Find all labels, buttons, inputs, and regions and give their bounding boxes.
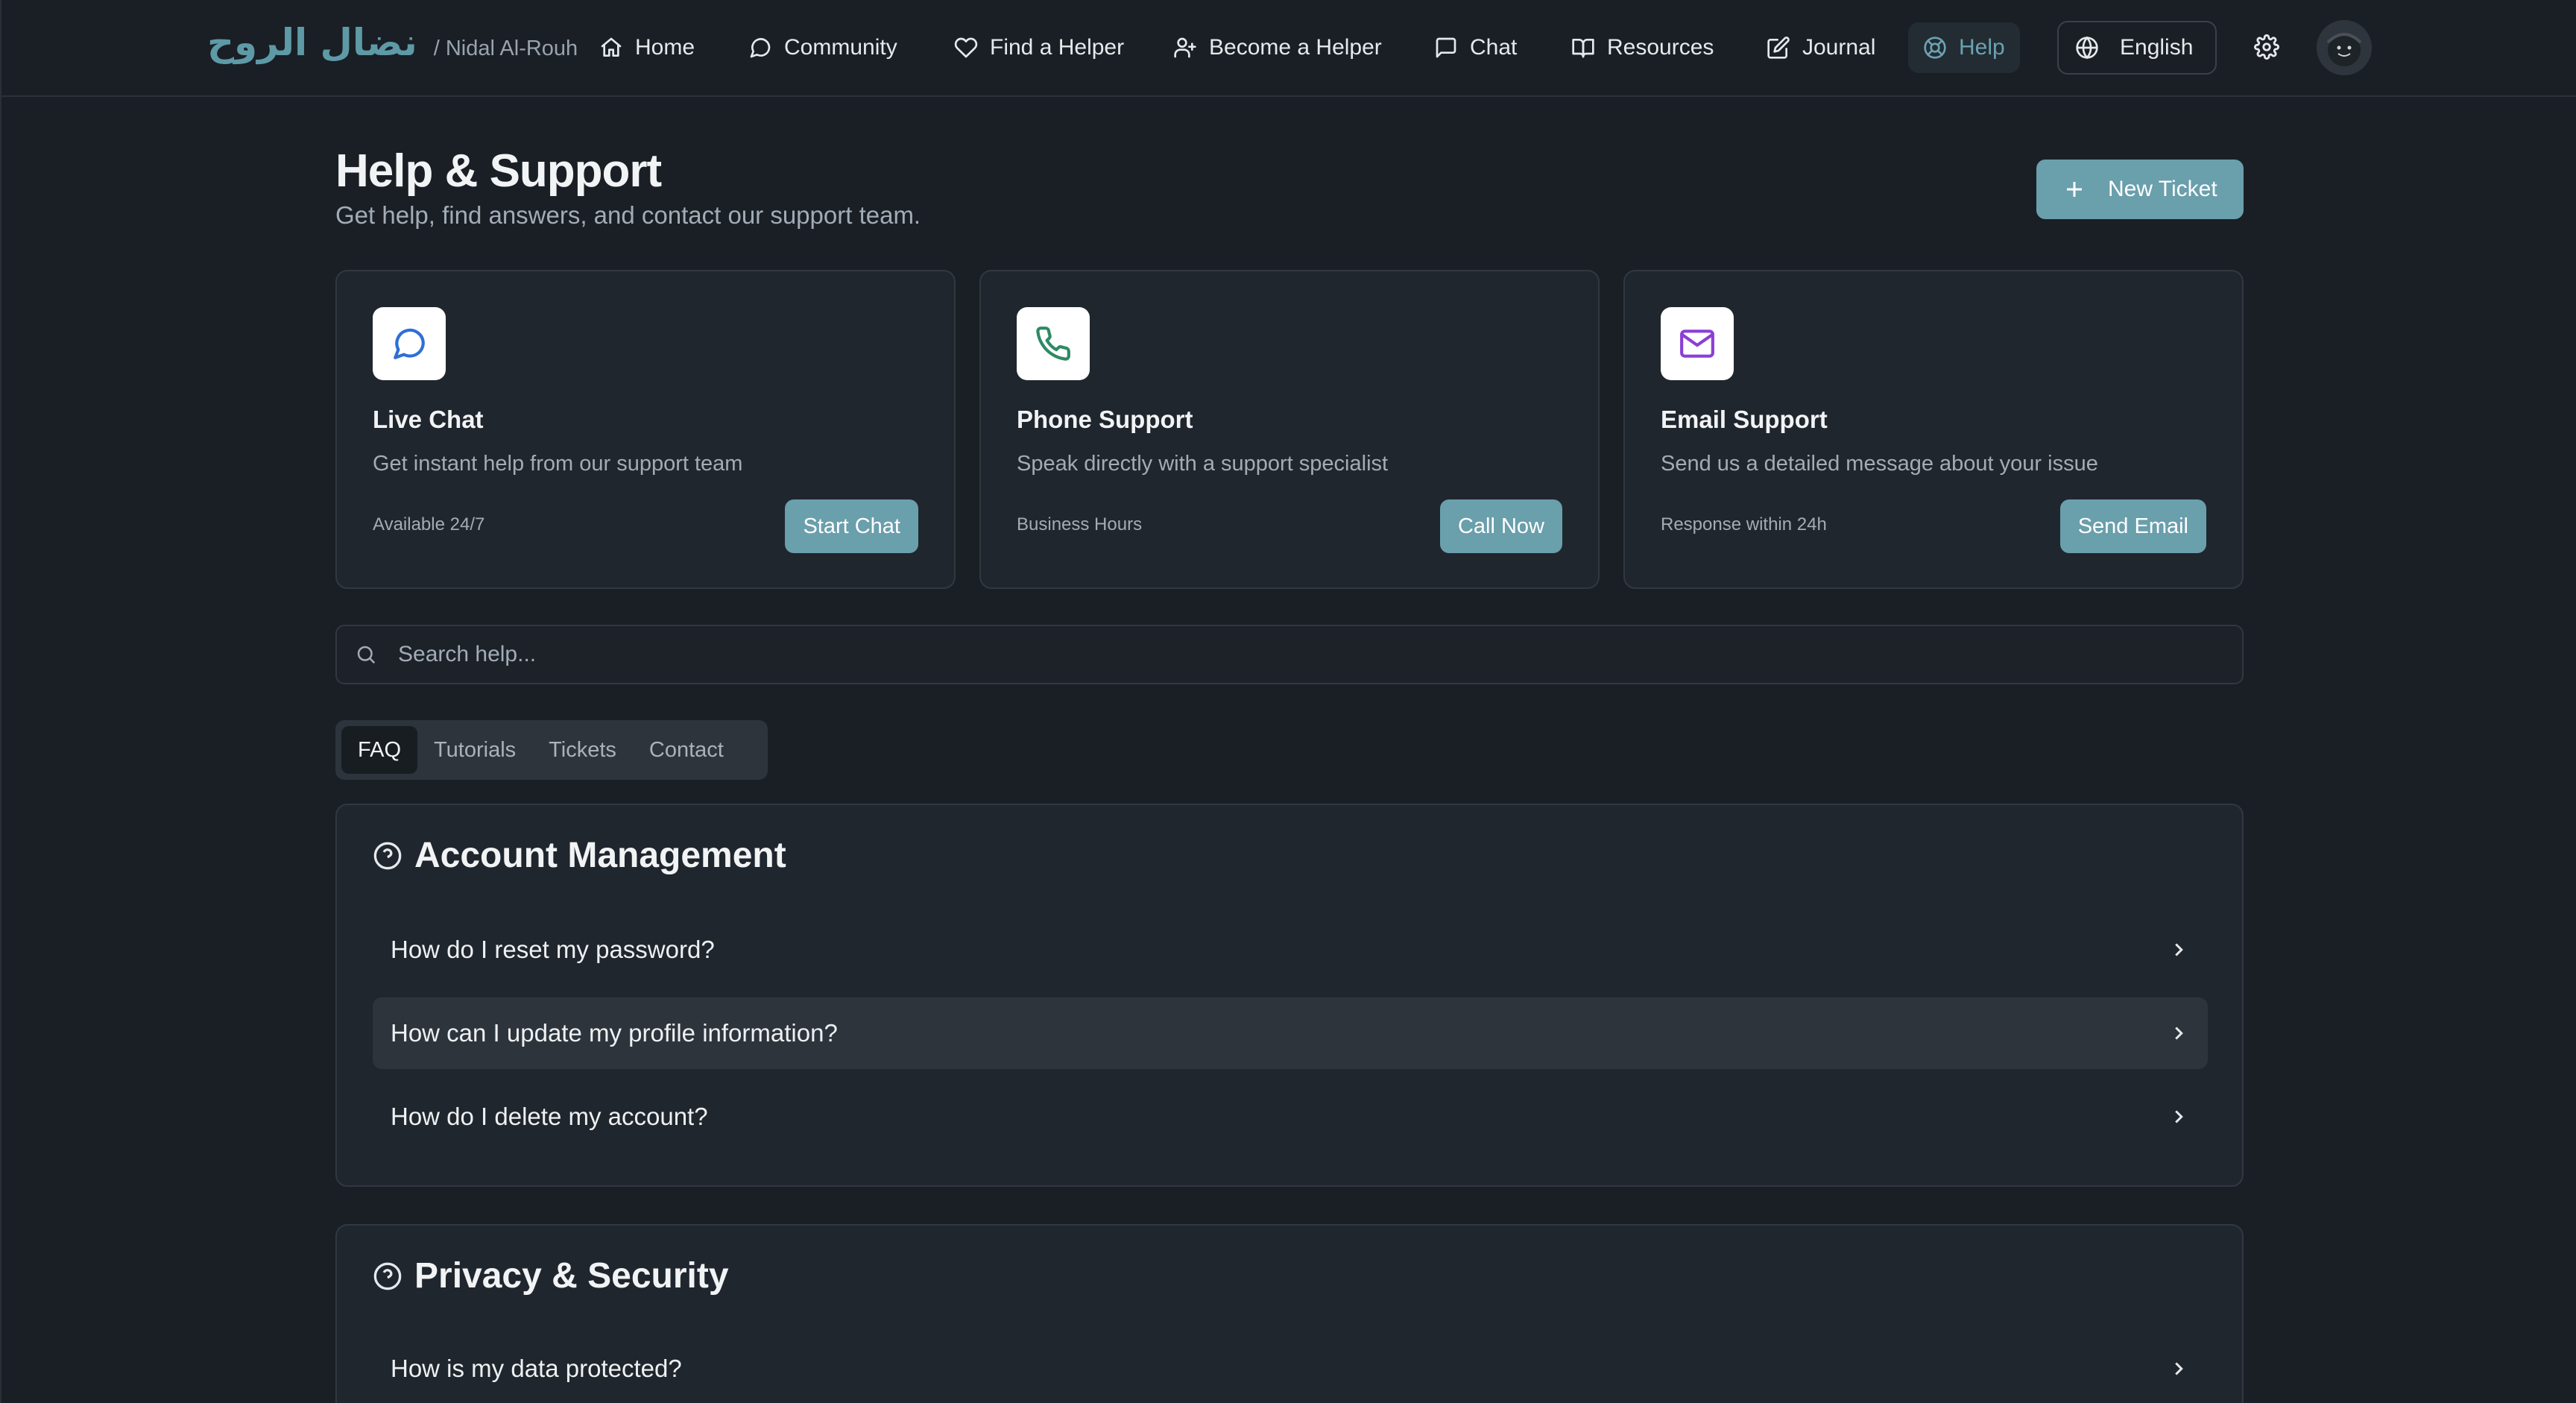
new-ticket-button[interactable]: New Ticket <box>2036 160 2244 219</box>
help-circle-icon <box>373 842 402 869</box>
nav-chat[interactable]: Chat <box>1419 22 1532 73</box>
faq-question[interactable]: How do I reset my password? <box>373 914 2208 986</box>
page-title: Help & Support <box>335 145 662 197</box>
faq-question-text: How can I update my profile information? <box>391 1019 838 1047</box>
home-icon <box>601 37 622 57</box>
message-square-icon <box>1436 37 1456 58</box>
faq-question-text: How is my data protected? <box>391 1355 682 1382</box>
help-page: نضال الروح / Nidal Al-Rouh Home Communit… <box>0 0 2576 1403</box>
phone-support-icon-box <box>1017 307 1090 380</box>
message-circle-icon <box>750 38 771 58</box>
phone-icon <box>1036 327 1070 361</box>
faq-question[interactable]: How do I delete my account? <box>373 1081 2208 1153</box>
card-title: Live Chat <box>373 406 484 433</box>
tab-faq[interactable]: FAQ <box>341 726 418 774</box>
user-plus-icon <box>1174 37 1196 58</box>
search-icon <box>357 646 376 664</box>
language-selector[interactable]: English <box>2057 21 2217 75</box>
nav-resources[interactable]: Resources <box>1556 22 1729 73</box>
nav-journal-label: Journal <box>1802 35 1876 60</box>
pen-square-icon <box>1767 37 1790 59</box>
nav-community[interactable]: Community <box>733 22 912 73</box>
tab-tutorials[interactable]: Tutorials <box>417 726 532 774</box>
live-chat-card: Live Chat Get instant help from our supp… <box>335 270 956 589</box>
chevron-right-icon <box>2168 1022 2190 1044</box>
card-availability: Available 24/7 <box>373 514 485 535</box>
plus-icon <box>2067 182 2082 197</box>
mail-icon <box>1680 330 1714 358</box>
phone-support-card: Phone Support Speak directly with a supp… <box>979 270 1600 589</box>
faq-section-account: Account Management How do I reset my pas… <box>335 804 2244 1187</box>
tab-tickets[interactable]: Tickets <box>532 726 633 774</box>
nav-home-label: Home <box>635 35 695 60</box>
email-support-icon-box <box>1661 307 1734 380</box>
faq-question-text: How do I delete my account? <box>391 1103 708 1130</box>
avatar-face-icon <box>2317 20 2372 75</box>
nav-journal[interactable]: Journal <box>1752 22 1890 73</box>
brand-arabic-name: نضال الروح <box>207 21 417 64</box>
chevron-right-icon <box>2168 939 2190 961</box>
chevron-right-icon <box>2168 1106 2190 1128</box>
top-navigation-bar: نضال الروح / Nidal Al-Rouh Home Communit… <box>1 0 2576 97</box>
tab-contact[interactable]: Contact <box>633 726 740 774</box>
user-avatar[interactable] <box>2317 20 2372 75</box>
help-search-bar[interactable] <box>335 625 2244 684</box>
heart-icon <box>954 37 978 58</box>
nav-community-label: Community <box>784 35 897 60</box>
nav-chat-label: Chat <box>1470 35 1518 60</box>
nav-become-helper-label: Become a Helper <box>1209 35 1382 60</box>
section-header: Account Management <box>373 835 786 876</box>
globe-icon <box>2076 36 2098 60</box>
page-subtitle: Get help, find answers, and contact our … <box>335 201 921 229</box>
faq-question[interactable]: How is my data protected? <box>373 1333 2208 1403</box>
call-now-button[interactable]: Call Now <box>1439 499 1562 553</box>
card-title: Phone Support <box>1017 406 1193 433</box>
section-title: Privacy & Security <box>414 1256 729 1296</box>
search-input[interactable] <box>398 642 2187 667</box>
faq-section-privacy: Privacy & Security How is my data protec… <box>335 1224 2244 1403</box>
card-title: Email Support <box>1661 406 1828 433</box>
new-ticket-label: New Ticket <box>2108 177 2217 201</box>
message-circle-icon <box>394 328 425 359</box>
card-description: Speak directly with a support specialist <box>1017 452 1389 476</box>
nav-find-helper[interactable]: Find a Helper <box>939 22 1139 73</box>
send-email-button[interactable]: Send Email <box>2059 499 2206 553</box>
section-title: Account Management <box>414 836 786 875</box>
nav-become-helper[interactable]: Become a Helper <box>1158 22 1397 73</box>
section-header: Privacy & Security <box>373 1255 729 1296</box>
live-chat-icon-box <box>373 307 446 380</box>
nav-help-label: Help <box>1959 35 2005 60</box>
nav-home[interactable]: Home <box>584 22 710 73</box>
settings-button[interactable] <box>2254 34 2279 60</box>
life-buoy-icon <box>1924 37 1946 59</box>
card-description: Send us a detailed message about your is… <box>1661 452 2098 476</box>
language-label: English <box>2120 35 2194 60</box>
faq-question-text: How do I reset my password? <box>391 936 715 963</box>
help-tabs: FAQ Tutorials Tickets Contact <box>335 720 768 780</box>
card-availability: Response within 24h <box>1661 514 1827 535</box>
email-support-card: Email Support Send us a detailed message… <box>1623 270 2244 589</box>
card-availability: Business Hours <box>1017 514 1143 535</box>
book-open-icon <box>1572 39 1594 58</box>
gear-icon <box>2254 34 2279 60</box>
chevron-right-icon <box>2168 1358 2190 1380</box>
brand-logo[interactable]: نضال الروح / Nidal Al-Rouh <box>207 21 578 64</box>
nav-help[interactable]: Help <box>1908 22 2020 73</box>
brand-english-name: / Nidal Al-Rouh <box>433 37 578 60</box>
faq-question[interactable]: How can I update my profile information? <box>373 997 2208 1069</box>
nav-resources-label: Resources <box>1607 35 1714 60</box>
start-chat-button[interactable]: Start Chat <box>785 499 918 553</box>
help-circle-icon <box>373 1262 402 1290</box>
card-description: Get instant help from our support team <box>373 452 743 476</box>
nav-find-helper-label: Find a Helper <box>990 35 1125 60</box>
